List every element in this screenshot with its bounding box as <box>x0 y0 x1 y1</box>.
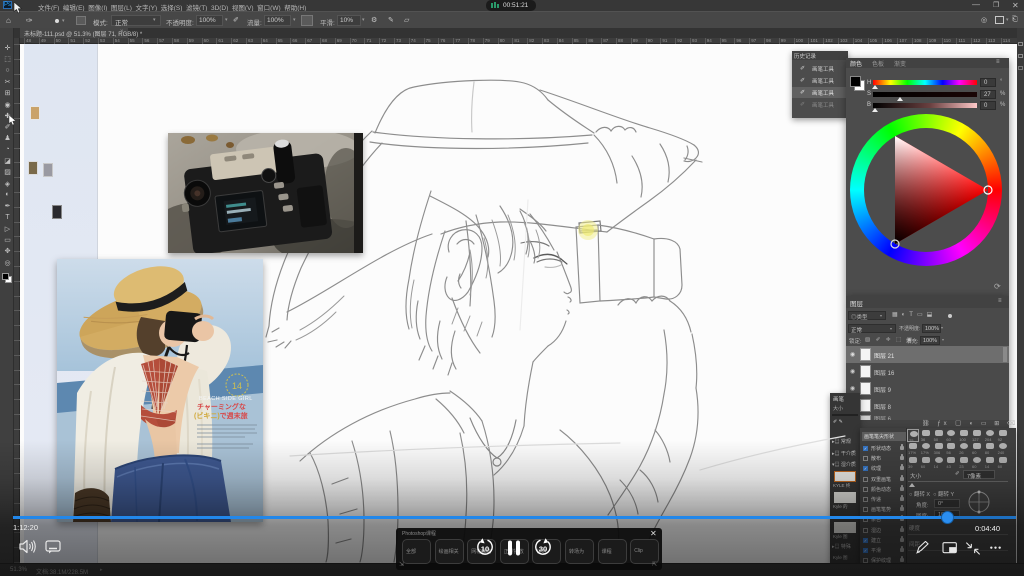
svg-text:30: 30 <box>539 545 547 554</box>
svg-text:BEACH SIDE GIRL: BEACH SIDE GIRL <box>199 396 253 402</box>
svg-text:チャーミングな: チャーミングな <box>197 402 246 411</box>
svg-text:(ビキニ)で週末旅: (ビキニ)で週末旅 <box>194 411 248 420</box>
svg-text:14: 14 <box>232 381 242 391</box>
svg-text:10: 10 <box>481 545 489 554</box>
